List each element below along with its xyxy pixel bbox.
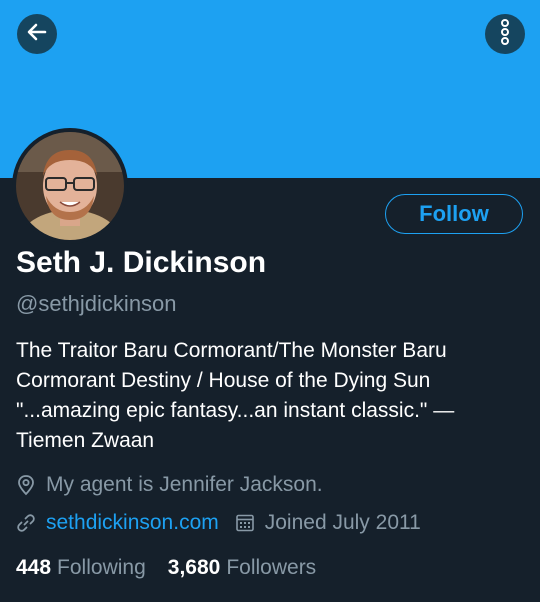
profile-meta-row: sethdickinson.com Joined July 2011 — [16, 511, 421, 535]
following-label: Following — [57, 556, 146, 579]
avatar[interactable] — [12, 128, 128, 244]
follow-stats: 448 Following 3,680 Followers — [16, 556, 316, 580]
location-text: My agent is Jennifer Jackson. — [46, 473, 323, 496]
followers-count: 3,680 — [167, 556, 221, 579]
bio-line: Cormorant Destiny / House of the Dying S… — [16, 369, 431, 392]
bio-line: "...amazing epic fantasy...an instant cl… — [16, 399, 455, 422]
profile-bio: The Traitor Baru Cormorant/The Monster B… — [16, 336, 521, 456]
link-icon — [16, 513, 36, 533]
bio-line: The Traitor Baru Cormorant/The Monster B… — [16, 339, 447, 362]
follow-button[interactable]: Follow — [385, 194, 523, 234]
website-link[interactable]: sethdickinson.com — [46, 511, 219, 535]
profile-name: Seth J. Dickinson — [16, 246, 267, 279]
followers-label: Followers — [226, 556, 317, 579]
back-button[interactable] — [17, 14, 57, 54]
location-pin-icon — [16, 474, 36, 496]
more-vertical-icon — [493, 18, 517, 51]
more-options-button[interactable] — [485, 14, 525, 54]
arrow-left-icon — [25, 20, 49, 49]
profile-handle: @sethjdickinson — [16, 291, 177, 316]
calendar-icon — [235, 513, 255, 533]
bio-line: Tiemen Zwaan — [16, 429, 155, 452]
profile-location: My agent is Jennifer Jackson. — [16, 473, 323, 497]
joined-date: Joined July 2011 — [264, 511, 421, 534]
following-count: 448 — [16, 556, 52, 579]
following-stat[interactable]: 448 Following — [16, 556, 146, 580]
followers-stat[interactable]: 3,680 Followers — [168, 556, 316, 580]
